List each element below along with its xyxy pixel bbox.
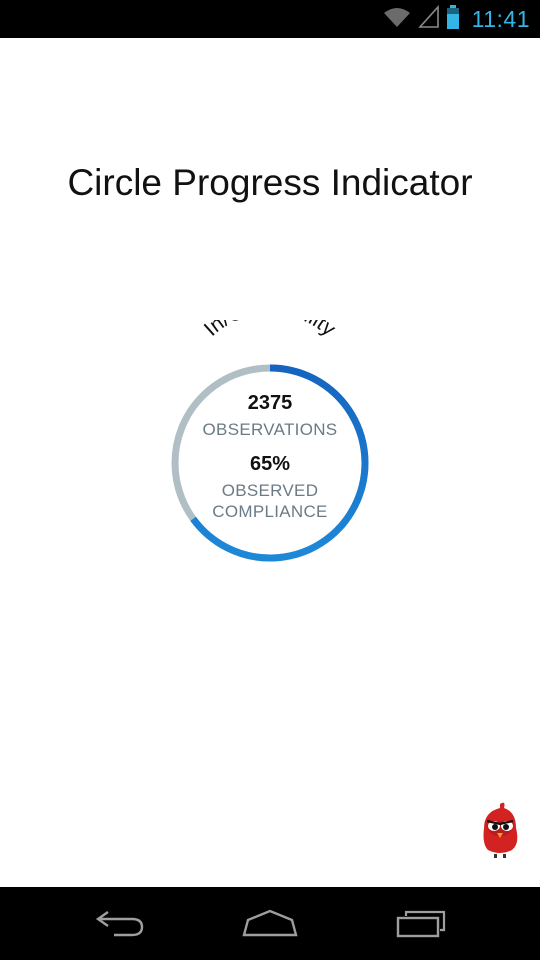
recent-apps-icon[interactable]	[390, 905, 450, 941]
status-bar: 11:41	[0, 0, 540, 38]
back-icon[interactable]	[90, 905, 150, 941]
circle-progress-indicator: In/Out Facility 2375 OBSERVATIONS 65% OB…	[150, 320, 390, 580]
compliance-label: OBSERVED COMPLIANCE	[212, 481, 328, 521]
status-icons: 11:41	[382, 0, 530, 38]
home-icon[interactable]	[240, 905, 300, 941]
red-bird-mascot-icon[interactable]	[476, 800, 524, 860]
status-clock: 11:41	[471, 5, 530, 32]
arc-label: In/Out Facility	[200, 320, 341, 341]
progress-ring-svg: In/Out Facility	[171, 320, 369, 562]
cell-signal-icon	[417, 4, 440, 34]
observations-count: 2375	[247, 392, 293, 414]
observations-label: OBSERVATIONS	[202, 420, 338, 439]
compliance-percent: 65%	[249, 453, 291, 475]
page-title: Circle Progress Indicator	[67, 162, 473, 203]
battery-icon	[446, 4, 460, 35]
system-nav-bar	[0, 887, 540, 960]
wifi-icon	[382, 5, 412, 34]
app-screen: 11:41 Circle Progress Indicator In/Out F…	[0, 0, 540, 960]
